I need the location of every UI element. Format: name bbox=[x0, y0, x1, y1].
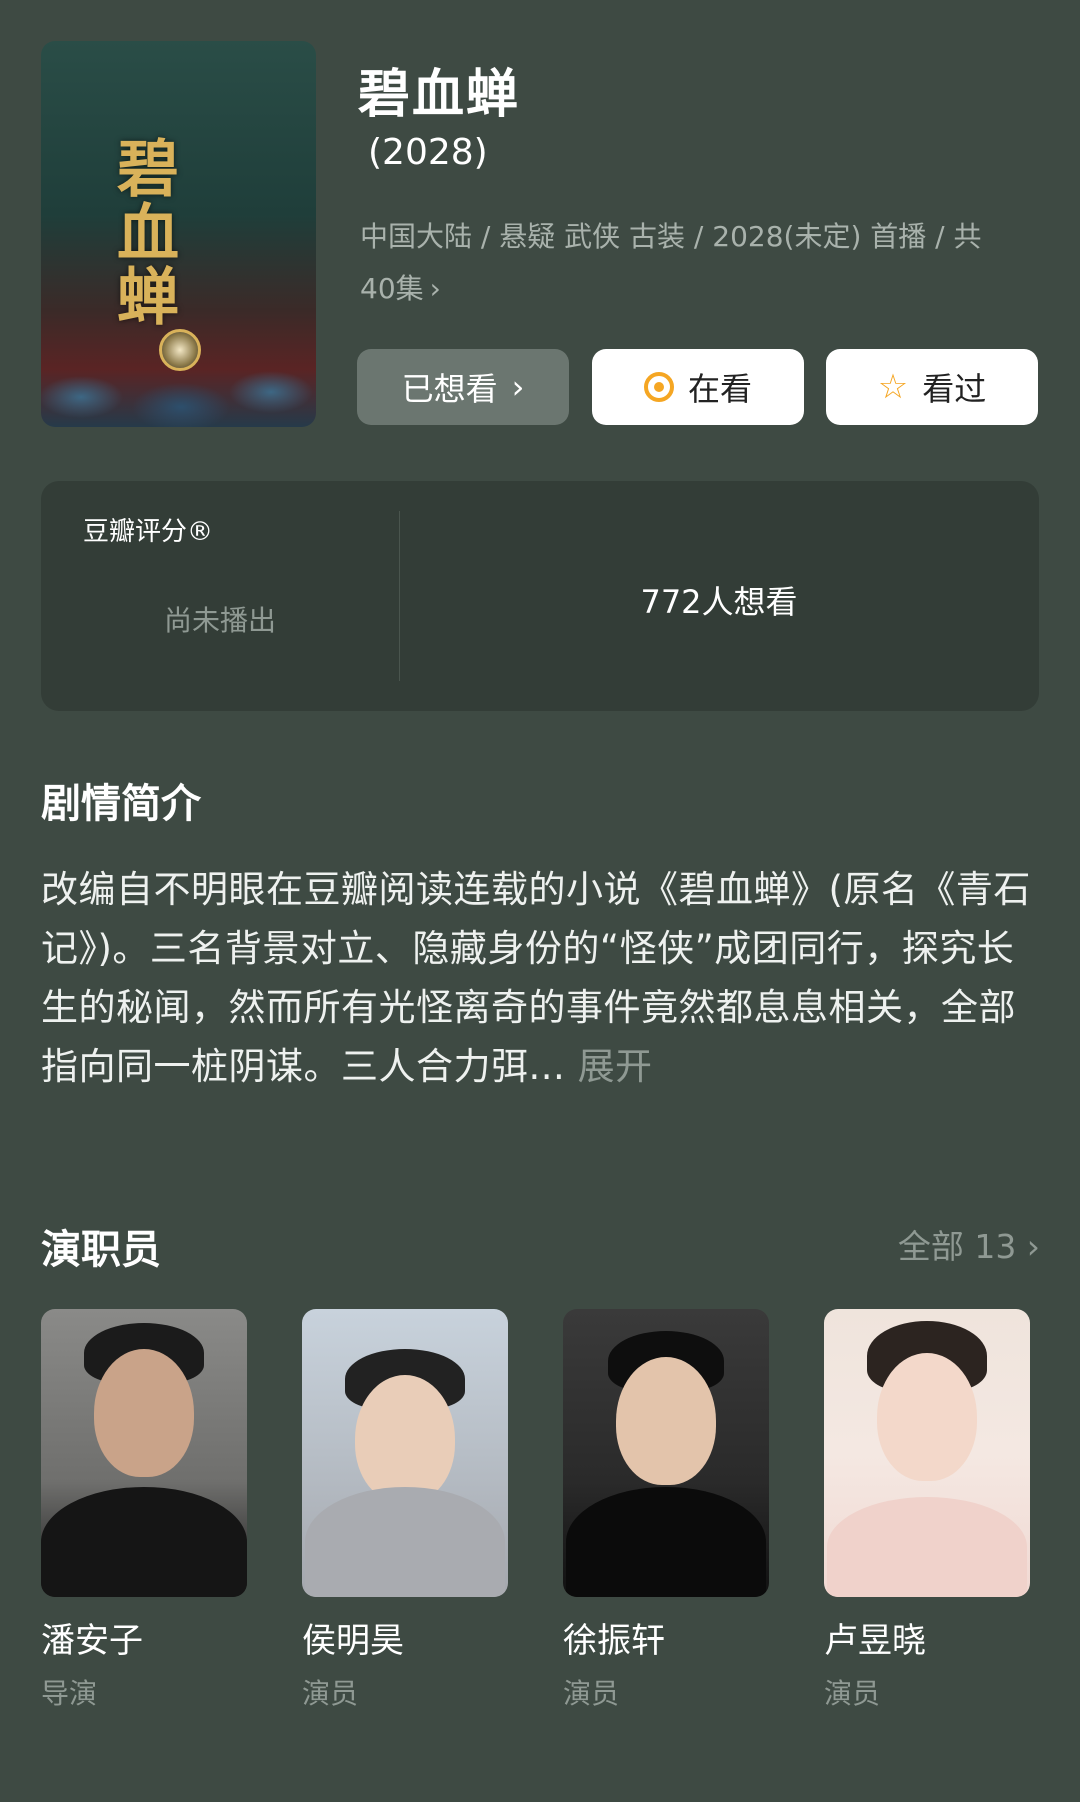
photo-face bbox=[877, 1353, 977, 1481]
cast-title: 演职员 bbox=[41, 1227, 161, 1273]
cast-name: 徐振轩 bbox=[563, 1621, 665, 1661]
photo-body bbox=[305, 1487, 505, 1597]
cast-name: 潘安子 bbox=[41, 1621, 143, 1661]
cast-photo bbox=[41, 1309, 247, 1597]
watching-button-label: 在看 bbox=[687, 370, 752, 408]
photo-body bbox=[827, 1497, 1027, 1597]
chevron-right-icon: › bbox=[429, 272, 441, 305]
show-title: 碧血蝉 bbox=[358, 65, 521, 125]
cast-card[interactable]: 徐振轩 演员 bbox=[563, 1309, 769, 1712]
cast-card[interactable]: 潘安子 导演 bbox=[41, 1309, 247, 1712]
wish-button[interactable]: 已想看 › bbox=[357, 349, 569, 425]
wish-button-label: 已想看 bbox=[401, 370, 498, 408]
star-icon: ☆ bbox=[877, 367, 909, 407]
cast-card[interactable]: 卢昱晓 演员 bbox=[824, 1309, 1030, 1712]
watching-button[interactable]: 在看 bbox=[592, 349, 804, 425]
photo-body bbox=[566, 1487, 766, 1597]
synopsis-title: 剧情简介 bbox=[41, 781, 201, 827]
photo-face bbox=[355, 1375, 455, 1503]
synopsis-text[interactable]: 改编自不明眼在豆瓣阅读连载的小说《碧血蝉》(原名《青石记》)。三名背景对立、隐藏… bbox=[41, 860, 1041, 1096]
photo-face bbox=[94, 1349, 194, 1477]
show-year: (2028) bbox=[368, 132, 488, 173]
watched-button[interactable]: ☆ 看过 bbox=[826, 349, 1038, 425]
cast-name: 侯明昊 bbox=[302, 1621, 404, 1661]
expand-link[interactable]: 展开 bbox=[578, 1045, 653, 1088]
poster-image[interactable]: 碧血蝉 bbox=[41, 41, 316, 427]
cast-photo bbox=[824, 1309, 1030, 1597]
poster-clouds bbox=[41, 337, 316, 427]
chevron-right-icon: › bbox=[511, 368, 525, 406]
cast-role: 演员 bbox=[563, 1677, 620, 1710]
cast-name: 卢昱晓 bbox=[824, 1621, 926, 1661]
watched-button-label: 看过 bbox=[922, 370, 987, 408]
show-meta-text: 中国大陆 / 悬疑 武侠 古装 / 2028(未定) 首播 / 共 40集 bbox=[360, 220, 982, 305]
synopsis-body: 改编自不明眼在豆瓣阅读连载的小说《碧血蝉》(原名《青石记》)。三名背景对立、隐藏… bbox=[41, 868, 1031, 1088]
cast-card[interactable]: 侯明昊 演员 bbox=[302, 1309, 508, 1712]
show-meta[interactable]: 中国大陆 / 悬疑 武侠 古装 / 2028(未定) 首播 / 共 40集 › bbox=[360, 211, 1020, 315]
cast-photo bbox=[563, 1309, 769, 1597]
target-icon bbox=[643, 372, 674, 402]
poster-artwork: 碧血蝉 bbox=[41, 41, 316, 427]
wants-count: 772人想看 bbox=[640, 583, 798, 621]
cast-all-link[interactable]: 全部 13 › bbox=[898, 1220, 1040, 1268]
cast-photo bbox=[302, 1309, 508, 1597]
poster-title-art: 碧血蝉 bbox=[106, 136, 179, 328]
photo-body bbox=[41, 1487, 247, 1597]
rating-status: 尚未播出 bbox=[163, 604, 276, 637]
cast-list: 潘安子 导演 侯明昊 演员 徐振轩 演员 卢昱晓 演员 bbox=[41, 1309, 1041, 1729]
cast-role: 演员 bbox=[824, 1677, 881, 1710]
rating-card[interactable]: 豆瓣评分® 尚未播出 772人想看 bbox=[41, 481, 1039, 711]
cast-role: 导演 bbox=[41, 1677, 98, 1710]
rating-label: 豆瓣评分® bbox=[83, 517, 214, 547]
cast-role: 演员 bbox=[302, 1677, 359, 1710]
photo-face bbox=[616, 1357, 716, 1485]
